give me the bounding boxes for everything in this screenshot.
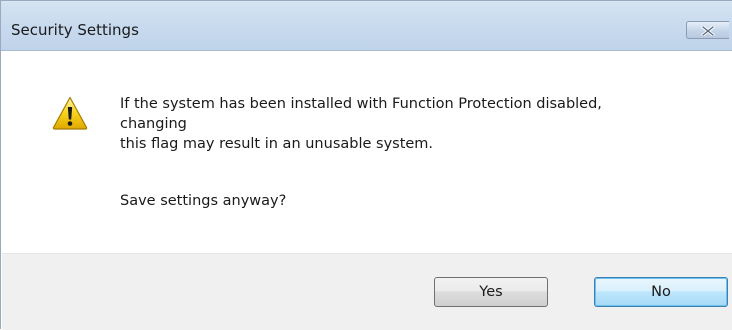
yes-button[interactable]: Yes (434, 277, 548, 307)
title-bar[interactable]: Security Settings (1, 1, 732, 51)
security-settings-dialog: Security Settings If the system has been… (0, 0, 732, 330)
confirm-question: Save settings anyway? (120, 193, 287, 209)
button-bar: Yes No (2, 253, 732, 330)
close-button[interactable] (686, 21, 729, 39)
warning-icon (52, 96, 88, 130)
message-line-3: this flag may result in an unusable syst… (120, 136, 434, 152)
window-title: Security Settings (11, 21, 139, 39)
warning-message: If the system has been installed with Fu… (120, 94, 602, 154)
message-line-1: If the system has been installed with Fu… (120, 96, 602, 112)
message-line-2: changing (120, 116, 187, 132)
dialog-content: If the system has been installed with Fu… (2, 51, 732, 253)
no-button[interactable]: No (594, 277, 728, 307)
close-icon (701, 26, 715, 36)
